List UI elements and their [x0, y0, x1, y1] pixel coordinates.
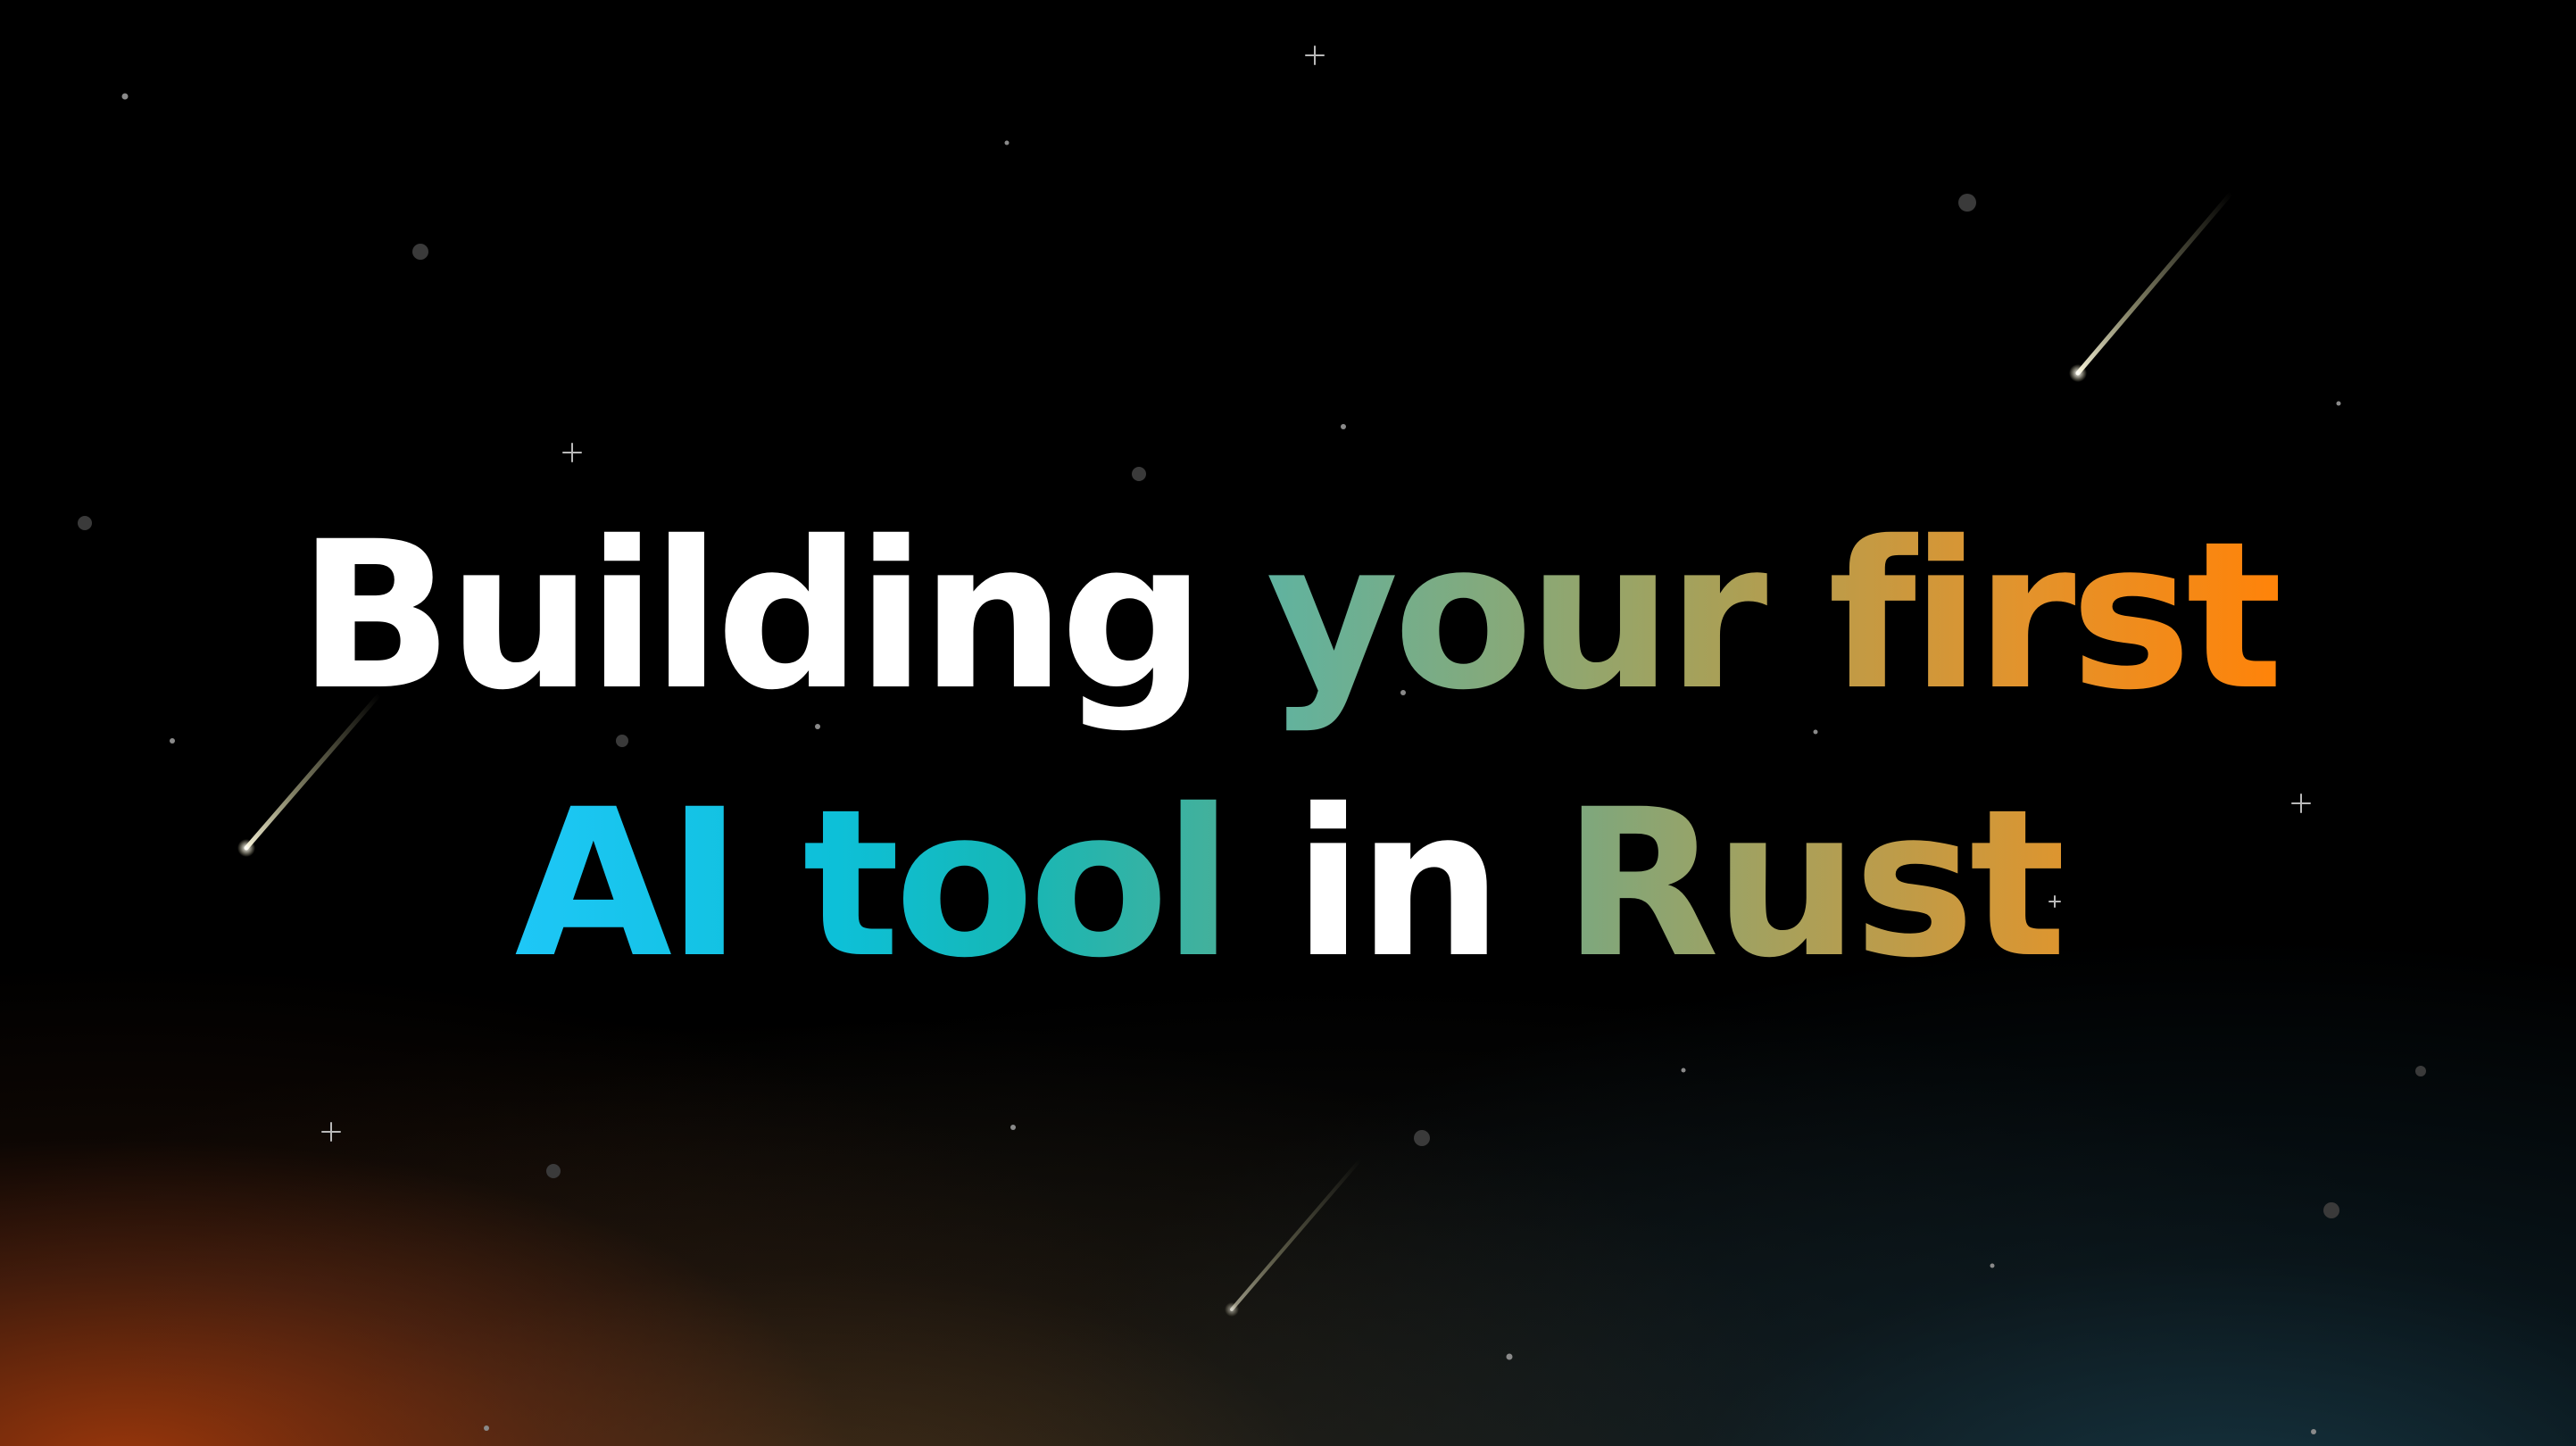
shooting-star-icon [1225, 1157, 1363, 1317]
hero-banner: Building your first AI tool in Rust [0, 0, 2576, 1446]
headline-word-rust: Rust [1562, 765, 2067, 1002]
headline: Building your first AI tool in Rust [0, 482, 2576, 1018]
headline-line-1: Building your first [0, 482, 2576, 750]
headline-phrase-ai-tool: AI tool [514, 765, 1234, 1002]
headline-phrase-your-first: your first [1266, 497, 2283, 735]
headline-word-in: in [1293, 765, 1502, 1002]
headline-line-2: AI tool in Rust [0, 750, 2576, 1018]
headline-word-building: Building [297, 497, 1206, 735]
shooting-star-icon [2069, 190, 2234, 382]
